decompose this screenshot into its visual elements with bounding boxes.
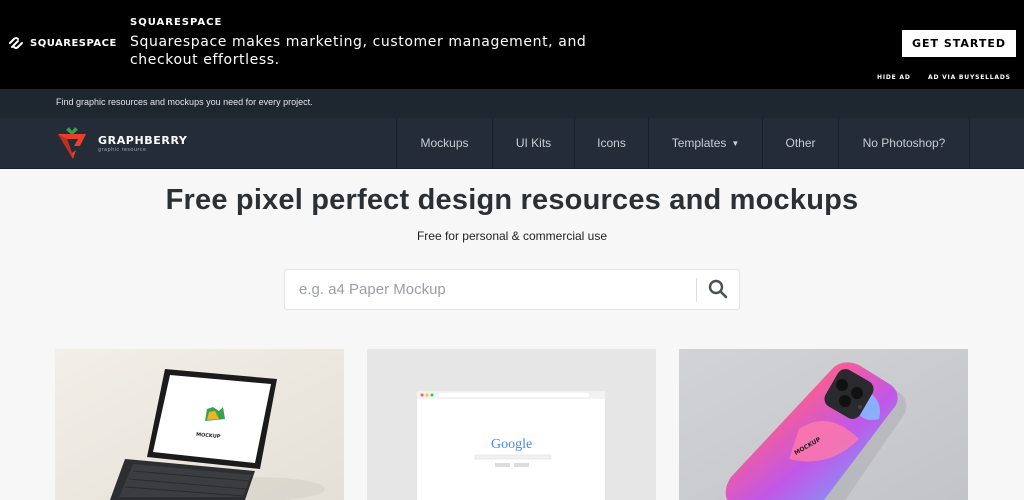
nav-item-mockups[interactable]: Mockups <box>396 118 492 168</box>
resource-card-browser-mockup[interactable]: Google <box>367 349 656 500</box>
caret-down-icon: ▼ <box>731 138 740 148</box>
brand-tagline: graphic resource <box>98 146 147 153</box>
nav-item-icons[interactable]: Icons <box>574 118 648 168</box>
nav-item-ui-kits[interactable]: UI Kits <box>492 118 574 168</box>
nav-item-label: UI Kits <box>515 136 552 150</box>
page-title: Free pixel perfect design resources and … <box>165 184 859 216</box>
search-input[interactable] <box>299 270 689 309</box>
main-navigation: GRAPHBERRY graphic resource Mockups UI K… <box>0 118 1024 169</box>
squarespace-logo[interactable]: SQUARESPACE <box>8 36 117 50</box>
get-started-button[interactable]: GET STARTED <box>902 30 1016 57</box>
phone-case-mockup-image <box>679 349 968 500</box>
squarespace-logo-icon <box>9 37 23 49</box>
top-info-bar: Find graphic resources and mockups you n… <box>0 89 1024 118</box>
resource-card-tablet-mockup[interactable]: MOCKUP <box>55 349 344 500</box>
nav-item-label: Other <box>785 136 816 150</box>
brand-name: GRAPHBERRY <box>98 133 188 147</box>
nav-item-no-photoshop[interactable]: No Photoshop? <box>838 118 970 168</box>
graphberry-logo-icon <box>58 127 86 159</box>
ad-brand-name: SQUARESPACE <box>130 17 223 28</box>
sponsor-ad-bar[interactable]: SQUARESPACE SQUARESPACE Squarespace make… <box>0 0 1024 89</box>
search-icon <box>708 279 728 298</box>
search-button[interactable] <box>703 276 733 304</box>
hide-ad-link[interactable]: HIDE AD <box>877 74 911 81</box>
ad-via-buysellads-link[interactable]: AD VIA BUYSELLADS <box>928 74 1011 81</box>
search-bar <box>284 269 740 310</box>
page-subtitle: Free for personal & commercial use <box>416 229 608 243</box>
google-logo-text: Google <box>491 437 533 452</box>
browser-mockup-image <box>367 349 656 500</box>
resource-card-phone-case-mockup[interactable]: MOCKUP <box>679 349 968 500</box>
nav-item-other[interactable]: Other <box>762 118 838 168</box>
nav-item-label: No Photoshop? <box>862 136 946 150</box>
nav-item-label: Mockups <box>420 136 469 150</box>
nav-menu: Mockups UI Kits Icons Templates ▼ Other N… <box>396 118 970 168</box>
nav-item-label: Templates <box>671 136 727 150</box>
tablet-mockup-image <box>55 349 344 500</box>
nav-item-label: Icons <box>597 136 626 150</box>
graphberry-logo[interactable]: GRAPHBERRY graphic resource <box>56 125 187 161</box>
tagline-text: Find graphic resources and mockups you n… <box>56 97 313 107</box>
ad-copy[interactable]: Squarespace makes marketing, customer ma… <box>130 33 600 69</box>
search-divider <box>696 278 697 302</box>
squarespace-logo-text: SQUARESPACE <box>30 37 117 49</box>
nav-item-templates[interactable]: Templates ▼ <box>648 118 762 168</box>
